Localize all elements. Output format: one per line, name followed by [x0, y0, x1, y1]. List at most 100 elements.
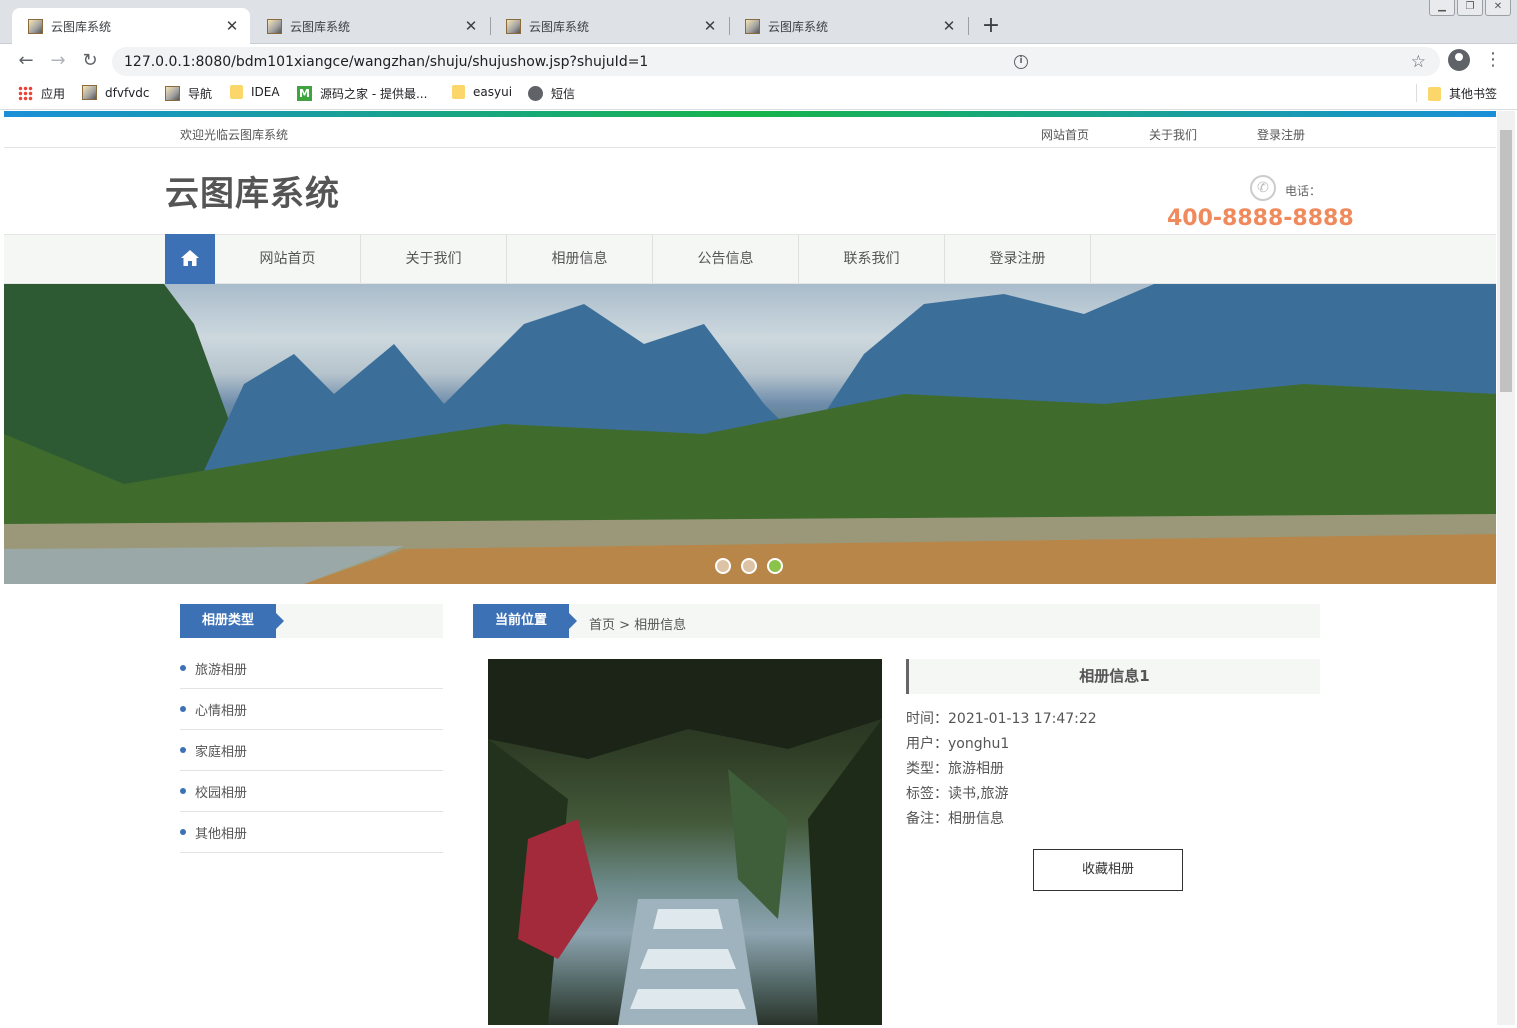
nav-about[interactable]: 关于我们 — [361, 235, 507, 283]
page-favicon-icon — [506, 18, 521, 34]
back-arrow-icon[interactable]: ← — [15, 50, 37, 72]
folder-icon — [1428, 86, 1441, 101]
browser-tab-3[interactable]: 云图库系统 ✕ — [490, 8, 728, 44]
m-logo-icon: M — [297, 86, 312, 101]
bookmark-easyui[interactable]: easyui — [452, 85, 512, 99]
main-nav: 网站首页 关于我们 相册信息 公告信息 联系我们 登录注册 — [4, 234, 1496, 284]
album-photo — [488, 659, 882, 1025]
forward-arrow-icon[interactable]: → — [47, 50, 69, 72]
page-favicon-icon — [745, 18, 760, 34]
bookmark-label: 短信 — [551, 87, 576, 101]
bookmark-label: 导航 — [188, 87, 213, 101]
address-bar[interactable]: i 127.0.0.1:8080/bdm101xiangce/wangzhan/… — [112, 47, 1440, 76]
site-info-icon[interactable]: i — [1014, 54, 1028, 69]
album-time: 时间：2021-01-13 17:47:22 — [906, 711, 1097, 727]
nav-contact[interactable]: 联系我们 — [799, 235, 945, 283]
bookmark-separator — [1416, 84, 1417, 102]
browser-tab-4[interactable]: 云图库系统 ✕ — [729, 8, 967, 44]
album-note: 备注：相册信息 — [906, 811, 1004, 827]
bookmark-dfvfvdc[interactable]: dfvfvdc — [82, 85, 149, 100]
page-favicon-icon — [28, 18, 43, 34]
category-list: 旅游相册 心情相册 家庭相册 校园相册 其他相册 — [180, 648, 443, 853]
bookmark-label: 应用 — [41, 87, 66, 101]
page-favicon-icon — [267, 18, 282, 34]
bookmark-star-icon[interactable]: ☆ — [1411, 52, 1426, 72]
close-tab-icon[interactable]: ✕ — [941, 17, 957, 35]
top-bar: 欢迎光临云图库系统 网站首页 关于我们 登录注册 — [4, 117, 1496, 148]
tab-title: 云图库系统 — [768, 19, 829, 34]
other-bookmarks[interactable]: 其他书签 — [1428, 85, 1497, 102]
category-item-campus[interactable]: 校园相册 — [180, 771, 443, 812]
folder-icon — [230, 85, 243, 99]
category-item-mood[interactable]: 心情相册 — [180, 689, 443, 730]
bookmark-yuanma[interactable]: M 源码之家 - 提供最... — [297, 85, 427, 102]
category-item-other[interactable]: 其他相册 — [180, 812, 443, 853]
bookmark-sms[interactable]: 短信 — [528, 85, 575, 102]
web-page: 欢迎光临云图库系统 网站首页 关于我们 登录注册 云图库系统 ✆ 电话： 400… — [4, 111, 1496, 1025]
bookmark-nav[interactable]: 导航 — [165, 85, 212, 102]
close-tab-icon[interactable]: ✕ — [463, 17, 479, 35]
folder-icon — [452, 85, 465, 99]
banner-pagination — [715, 558, 783, 574]
nav-notices[interactable]: 公告信息 — [653, 235, 799, 283]
globe-icon — [528, 86, 543, 101]
page-icon — [82, 85, 97, 100]
bookmark-label: 其他书签 — [1449, 87, 1498, 101]
bookmark-idea[interactable]: IDEA — [230, 85, 280, 99]
tab-title: 云图库系统 — [290, 19, 351, 34]
top-link-about[interactable]: 关于我们 — [1149, 126, 1197, 143]
bookmark-label: 源码之家 - 提供最... — [320, 87, 428, 101]
welcome-text: 欢迎光临云图库系统 — [180, 128, 289, 142]
home-icon — [181, 250, 199, 266]
breadcrumb-path[interactable]: 首页 > 相册信息 — [589, 614, 686, 633]
browser-tab-strip: 云图库系统 ✕ 云图库系统 ✕ 云图库系统 ✕ 云图库系统 ✕ + ▁ ❐ ✕ — [0, 0, 1517, 44]
apps-grid-icon — [18, 86, 33, 101]
minimize-icon[interactable]: ▁ — [1429, 0, 1455, 16]
reload-icon[interactable]: ↻ — [79, 50, 101, 72]
phone-label: 电话： — [1285, 184, 1322, 198]
category-item-travel[interactable]: 旅游相册 — [180, 648, 443, 689]
bookmark-label: dfvfvdc — [105, 85, 150, 100]
page-icon — [165, 86, 180, 101]
maximize-icon[interactable]: ❐ — [1457, 0, 1483, 16]
top-link-home[interactable]: 网站首页 — [1041, 126, 1089, 143]
album-title: 相册信息1 — [906, 659, 1320, 694]
browser-tab-2[interactable]: 云图库系统 ✕ — [251, 8, 489, 44]
category-item-family[interactable]: 家庭相册 — [180, 730, 443, 771]
sidebar-title: 相册类型 — [180, 604, 284, 638]
banner-dot-2[interactable] — [741, 558, 757, 574]
close-window-icon[interactable]: ✕ — [1485, 0, 1511, 16]
tab-title: 云图库系统 — [529, 19, 590, 34]
banner-image — [4, 284, 1496, 584]
top-link-login[interactable]: 登录注册 — [1257, 126, 1305, 143]
album-type: 类型：旅游相册 — [906, 761, 1004, 777]
profile-avatar-icon[interactable] — [1448, 49, 1470, 71]
collect-album-button[interactable]: 收藏相册 — [1033, 849, 1183, 891]
bookmark-label: IDEA — [251, 85, 280, 99]
tab-title: 云图库系统 — [51, 19, 112, 34]
album-tags: 标签：读书,旅游 — [906, 786, 1009, 802]
browser-menu-icon[interactable]: ⋮ — [1484, 49, 1502, 70]
breadcrumb-label: 当前位置 — [473, 604, 577, 638]
home-button[interactable] — [165, 234, 215, 284]
sidebar-header: 相册类型 — [180, 604, 443, 638]
banner-dot-3[interactable] — [767, 558, 783, 574]
bookmark-apps[interactable]: 应用 — [18, 85, 65, 102]
close-tab-icon[interactable]: ✕ — [702, 17, 718, 35]
waterfall-image — [488, 659, 882, 1025]
site-header: 云图库系统 ✆ 电话： 400-8888-8888 — [4, 148, 1496, 234]
new-tab-button[interactable]: + — [980, 13, 1002, 38]
nav-home[interactable]: 网站首页 — [215, 235, 361, 283]
breadcrumb: 当前位置 首页 > 相册信息 — [473, 604, 1320, 638]
phone-number: 400-8888-8888 — [1167, 206, 1354, 231]
close-tab-icon[interactable]: ✕ — [224, 17, 240, 35]
scrollbar-thumb[interactable] — [1500, 130, 1512, 392]
phone-icon: ✆ — [1250, 175, 1276, 201]
nav-albums[interactable]: 相册信息 — [507, 235, 653, 283]
banner-dot-1[interactable] — [715, 558, 731, 574]
site-logo[interactable]: 云图库系统 — [165, 166, 340, 215]
bookmark-label: easyui — [473, 85, 513, 99]
nav-login[interactable]: 登录注册 — [945, 235, 1091, 283]
album-user: 用户：yonghu1 — [906, 736, 1010, 752]
browser-tab-1[interactable]: 云图库系统 ✕ — [12, 8, 250, 44]
